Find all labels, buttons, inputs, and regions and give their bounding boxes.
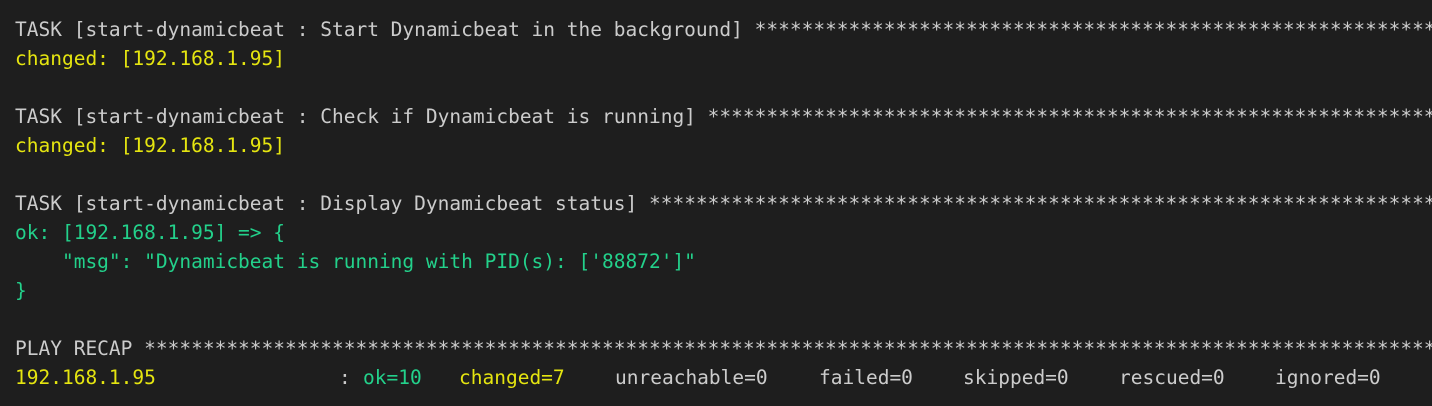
terminal-output: TASK [start-dynamicbeat : Start Dynamicb… bbox=[0, 0, 1432, 406]
recap-stars: ****************************************… bbox=[144, 337, 1432, 360]
task-title: TASK [start-dynamicbeat : Display Dynami… bbox=[15, 192, 649, 215]
recap-title: PLAY RECAP bbox=[15, 337, 145, 360]
task-header-check-running: TASK [start-dynamicbeat : Check if Dynam… bbox=[15, 102, 1432, 131]
task-header-start-background: TASK [start-dynamicbeat : Start Dynamicb… bbox=[15, 15, 1432, 44]
task-result-changed: changed: [192.168.1.95] bbox=[15, 47, 286, 70]
play-recap-header: PLAY RECAP *****************************… bbox=[15, 334, 1432, 363]
task-header-display-status: TASK [start-dynamicbeat : Display Dynami… bbox=[15, 189, 1432, 218]
recap-unreachable: unreachable=0 bbox=[615, 366, 768, 389]
recap-failed: failed=0 bbox=[819, 366, 913, 389]
task-title: TASK [start-dynamicbeat : Start Dynamicb… bbox=[15, 18, 755, 41]
task-stars: ****************************************… bbox=[648, 192, 1432, 215]
task-result-ok-close: } bbox=[15, 279, 27, 302]
recap-ignored: ignored=0 bbox=[1275, 366, 1381, 389]
recap-rescued: rescued=0 bbox=[1119, 366, 1225, 389]
task-result-msg: "msg": "Dynamicbeat is running with PID(… bbox=[15, 250, 696, 273]
task-title: TASK [start-dynamicbeat : Check if Dynam… bbox=[15, 105, 708, 128]
recap-skipped: skipped=0 bbox=[963, 366, 1069, 389]
recap-changed: changed=7 bbox=[459, 366, 565, 389]
recap-separator: : bbox=[339, 366, 351, 389]
recap-host: 192.168.1.95 bbox=[15, 366, 156, 389]
task-stars: ****************************************… bbox=[707, 105, 1432, 128]
recap-host-row: 192.168.1.95 : ok=10 changed=7 unreachab… bbox=[15, 363, 1432, 392]
task-result-changed: changed: [192.168.1.95] bbox=[15, 134, 286, 157]
task-result-ok-open: ok: [192.168.1.95] => { bbox=[15, 221, 286, 244]
task-stars: ****************************************… bbox=[754, 18, 1432, 41]
recap-ok: ok=10 bbox=[363, 366, 422, 389]
